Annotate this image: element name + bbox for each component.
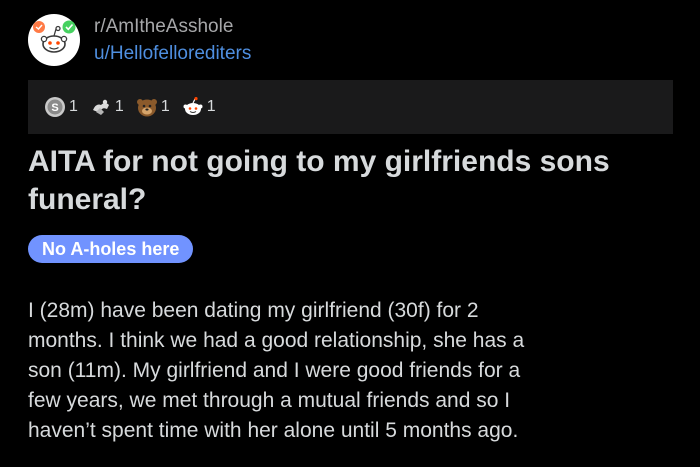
username-link[interactable]: u/Hellofellorediters (94, 42, 251, 66)
header-text: r/AmItheAsshole u/Hellofellorediters (94, 15, 251, 66)
post-title[interactable]: AITA for not going to my girlfriends son… (28, 143, 668, 219)
award-count: 1 (114, 98, 124, 115)
award-silver[interactable]: S 1 (44, 96, 78, 118)
subreddit-link[interactable]: r/AmItheAsshole (94, 15, 251, 39)
award-count: 1 (69, 98, 78, 115)
silver-award-icon: S (44, 96, 66, 118)
award-helpful[interactable]: 1 (90, 96, 124, 118)
wholesome-award-icon (136, 96, 158, 118)
award-snoo[interactable]: 1 (182, 96, 216, 118)
post-flair[interactable]: No A-holes here (28, 235, 194, 263)
award-count: 1 (160, 98, 170, 115)
helpful-award-icon (90, 96, 112, 118)
snoo-award-icon (182, 96, 204, 118)
post-body: I (28m) have been dating my girlfriend (… (28, 299, 525, 442)
svg-text:S: S (51, 102, 58, 114)
post-header: r/AmItheAsshole u/Hellofellorediters (28, 12, 251, 68)
awards-bar: S 1 1 1 1 (28, 80, 673, 134)
snoo-avatar-icon[interactable] (28, 14, 80, 66)
award-wholesome[interactable]: 1 (136, 96, 170, 118)
award-count: 1 (206, 98, 216, 115)
